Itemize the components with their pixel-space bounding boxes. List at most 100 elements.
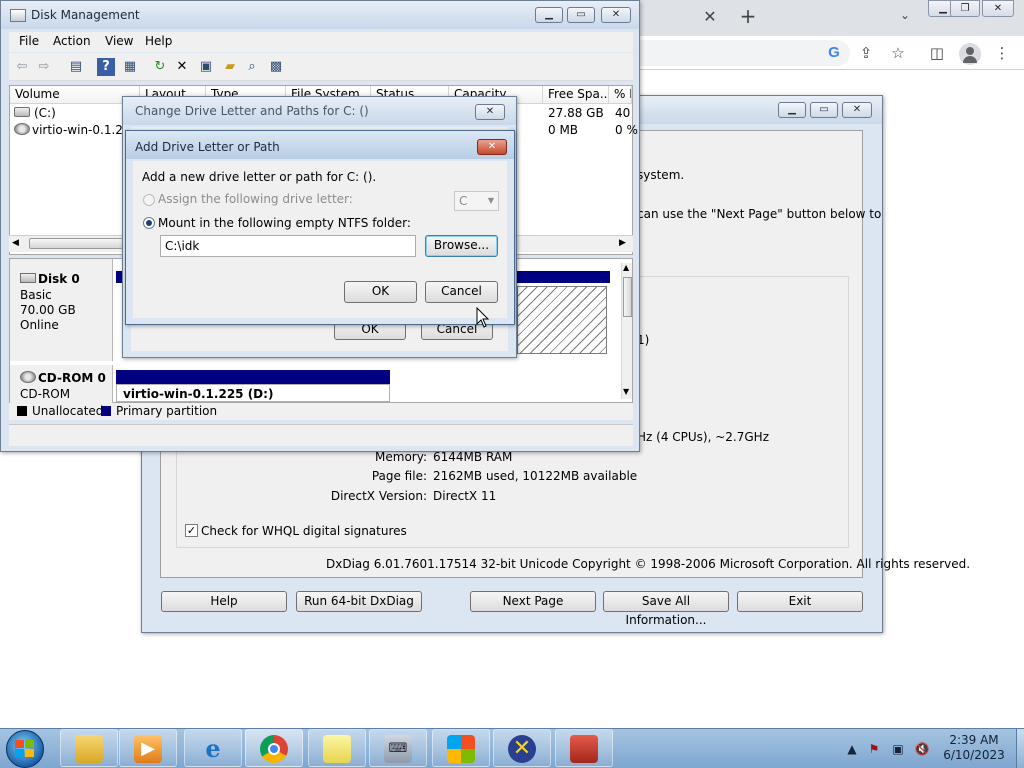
disk-management-app-icon — [10, 9, 26, 22]
whql-checkbox[interactable]: ✓ — [185, 524, 198, 537]
open-folder-icon[interactable]: ▰ — [221, 58, 239, 76]
column-free-space[interactable]: Free Spa... — [543, 86, 609, 104]
directx-version-value: DirectX 11 — [433, 489, 497, 503]
cdrom-0-label[interactable]: CD-ROM 0 CD-ROM — [10, 365, 113, 403]
tab-close-icon[interactable]: ✕ — [702, 8, 718, 26]
scroll-thumb[interactable] — [29, 238, 129, 249]
taskbar-media-player[interactable]: ▶ — [119, 729, 177, 767]
taskbar-sticky-notes[interactable] — [308, 729, 366, 767]
maximize-button[interactable]: ▭ — [567, 7, 595, 23]
tools-app-icon: ✕ — [508, 735, 536, 763]
internet-explorer-icon: e — [205, 734, 221, 763]
change-dialog-close-button[interactable]: ✕ — [475, 104, 505, 120]
folder-path-input[interactable]: C:\idk — [160, 235, 416, 257]
help-icon[interactable]: ? — [97, 58, 115, 76]
scroll-thumb[interactable] — [623, 277, 632, 317]
add-dialog-cancel-button[interactable]: Cancel — [425, 281, 498, 303]
cd-partition-header-bar — [116, 370, 390, 384]
refresh-icon[interactable]: ↻ — [151, 58, 169, 76]
settings-icon[interactable]: ▩ — [267, 58, 285, 76]
show-hidden-icons-icon[interactable]: ▲ — [844, 741, 860, 757]
clock[interactable]: 2:39 AM 6/10/2023 — [934, 733, 1014, 763]
copyright-text: DxDiag 6.01.7601.17514 32-bit Unicode Co… — [326, 557, 971, 571]
cd-partition[interactable]: virtio-win-0.1.225 (D:) — [116, 384, 390, 402]
bookmark-star-icon[interactable]: ☆ — [888, 43, 908, 63]
memory-value: 6144MB RAM — [433, 450, 513, 464]
show-desktop-button[interactable] — [1016, 729, 1024, 768]
scroll-down-icon[interactable]: ▼ — [623, 387, 629, 396]
sticky-notes-icon — [323, 735, 351, 763]
taskbar-chrome[interactable] — [245, 729, 303, 767]
omnibox[interactable] — [640, 40, 850, 66]
assign-letter-radio[interactable] — [143, 194, 155, 206]
tab-search-icon[interactable]: ⌄ — [896, 8, 914, 26]
scroll-right-icon[interactable]: ▶ — [619, 238, 626, 248]
windows-flag-icon — [447, 735, 475, 763]
add-dialog-close-button[interactable]: ✕ — [477, 139, 507, 155]
taskbar-windows-flag[interactable] — [432, 729, 490, 767]
taskbar-on-screen-keyboard[interactable]: ⌨ — [369, 729, 427, 767]
unallocated-partition[interactable] — [517, 286, 607, 354]
scroll-up-icon[interactable]: ▲ — [623, 263, 629, 272]
menu-view[interactable]: View — [105, 34, 133, 48]
properties-icon[interactable]: ▣ — [197, 58, 215, 76]
clock-time: 2:39 AM — [949, 733, 999, 747]
primary-partition-swatch — [101, 406, 111, 416]
menu-file[interactable]: File — [19, 34, 39, 48]
save-all-information-button[interactable]: Save All Information... — [603, 591, 729, 627]
delete-icon[interactable]: ✕ — [173, 58, 191, 76]
scroll-left-icon[interactable]: ◀ — [12, 238, 19, 248]
disk-type: CD-ROM — [20, 387, 71, 401]
exit-button[interactable]: Exit — [737, 591, 863, 612]
network-icon[interactable]: ▣ — [890, 741, 906, 757]
disk-size: 70.00 GB — [20, 303, 76, 317]
drive-icon — [14, 107, 30, 117]
volume-muted-icon[interactable]: 🔇 — [914, 741, 930, 757]
side-panel-icon[interactable]: ◫ — [927, 43, 947, 63]
forward-icon[interactable]: ⇨ — [35, 58, 53, 76]
unallocated-swatch — [17, 406, 27, 416]
run-64bit-dxdiag-button[interactable]: Run 64-bit DxDiag — [296, 591, 422, 612]
free-space: 0 MB — [548, 123, 579, 137]
dxdiag-close-button[interactable]: ✕ — [842, 102, 872, 118]
taskbar-toolbox-app[interactable] — [555, 729, 613, 767]
processor-value: Hz (4 CPUs), ~2.7GHz — [637, 430, 769, 444]
file-explorer-icon — [75, 735, 103, 763]
dxdiag-minimize-button[interactable]: ▁ — [778, 102, 806, 118]
chrome-icon — [260, 735, 288, 763]
minimize-button[interactable]: ▁ — [535, 7, 563, 23]
share-icon[interactable]: ⇪ — [856, 43, 876, 63]
chrome-restore-button[interactable]: ❐ — [950, 0, 980, 17]
add-dialog-ok-button[interactable]: OK — [344, 281, 417, 303]
mount-folder-radio[interactable] — [143, 217, 155, 229]
cd-drive-icon — [14, 123, 30, 135]
profile-icon[interactable] — [959, 43, 981, 65]
chrome-close-button[interactable]: ✕ — [982, 0, 1014, 17]
taskbar-file-explorer[interactable] — [60, 729, 118, 767]
vertical-scrollbar[interactable]: ▲ ▼ — [621, 263, 632, 399]
menu-help[interactable]: Help — [145, 34, 172, 48]
column-percent-free[interactable]: % F — [609, 86, 632, 104]
next-page-button[interactable]: Next Page — [470, 591, 596, 612]
volume-name: (C:) — [34, 106, 56, 120]
browse-button[interactable]: Browse... — [425, 235, 498, 257]
close-button[interactable]: ✕ — [601, 7, 631, 23]
back-icon[interactable]: ⇦ — [13, 58, 31, 76]
menu-action[interactable]: Action — [53, 34, 91, 48]
show-hide-console-tree-icon[interactable]: ▤ — [67, 58, 85, 76]
taskbar-internet-explorer[interactable]: e — [184, 729, 242, 767]
kebab-menu-icon[interactable]: ⋮ — [992, 43, 1012, 63]
properties-pane-icon[interactable]: ▦ — [121, 58, 139, 76]
drive-letter-select[interactable]: C ▼ — [454, 191, 499, 211]
column-volume[interactable]: Volume — [10, 86, 140, 104]
disk-0-label[interactable]: Disk 0 Basic 70.00 GB Online — [10, 259, 113, 361]
google-lens-icon[interactable]: G — [824, 43, 844, 63]
dxdiag-maximize-button[interactable]: ▭ — [810, 102, 838, 118]
help-button[interactable]: Help — [161, 591, 287, 612]
search-icon[interactable]: ⌕ — [243, 58, 261, 76]
new-tab-button[interactable]: + — [737, 5, 759, 27]
taskbar-tools-app[interactable]: ✕ — [493, 729, 551, 767]
percent-free: 0 % — [615, 123, 638, 137]
disk-name: CD-ROM 0 — [38, 371, 106, 385]
action-center-icon[interactable]: ⚑ — [866, 741, 882, 757]
